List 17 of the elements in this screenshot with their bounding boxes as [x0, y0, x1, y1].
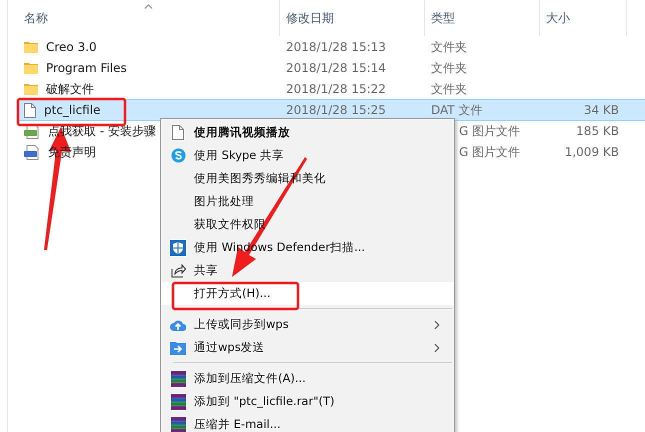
- type-cell-text: DAT 文件: [430, 102, 484, 118]
- file-name: Program Files: [46, 61, 127, 75]
- size-cell-text: 1,009 KB: [564, 145, 620, 159]
- date-cell-text: 2018/1/28 15:13: [285, 40, 387, 54]
- type-cell-text: G 图片文件: [458, 122, 522, 140]
- file-name: Creo 3.0: [46, 40, 97, 54]
- size-cell-text: 185 KB: [575, 124, 620, 138]
- date-cell-text: 2018/1/28 15:22: [285, 82, 387, 96]
- file-name: ptc_licfile: [44, 103, 100, 117]
- date-cell-text: 2018/1/28 15:14: [285, 61, 387, 75]
- type-cell-text: 文件夹: [430, 38, 468, 56]
- type-cell-text: 文件夹: [430, 60, 468, 76]
- size-cell-text: 34 KB: [582, 103, 620, 117]
- file-name: 破解文件: [46, 80, 94, 98]
- date-cell-text: 2018/1/28 15:25: [285, 103, 387, 117]
- type-cell-text: 文件夹: [430, 80, 468, 98]
- type-cell-text: G 图片文件: [458, 144, 522, 160]
